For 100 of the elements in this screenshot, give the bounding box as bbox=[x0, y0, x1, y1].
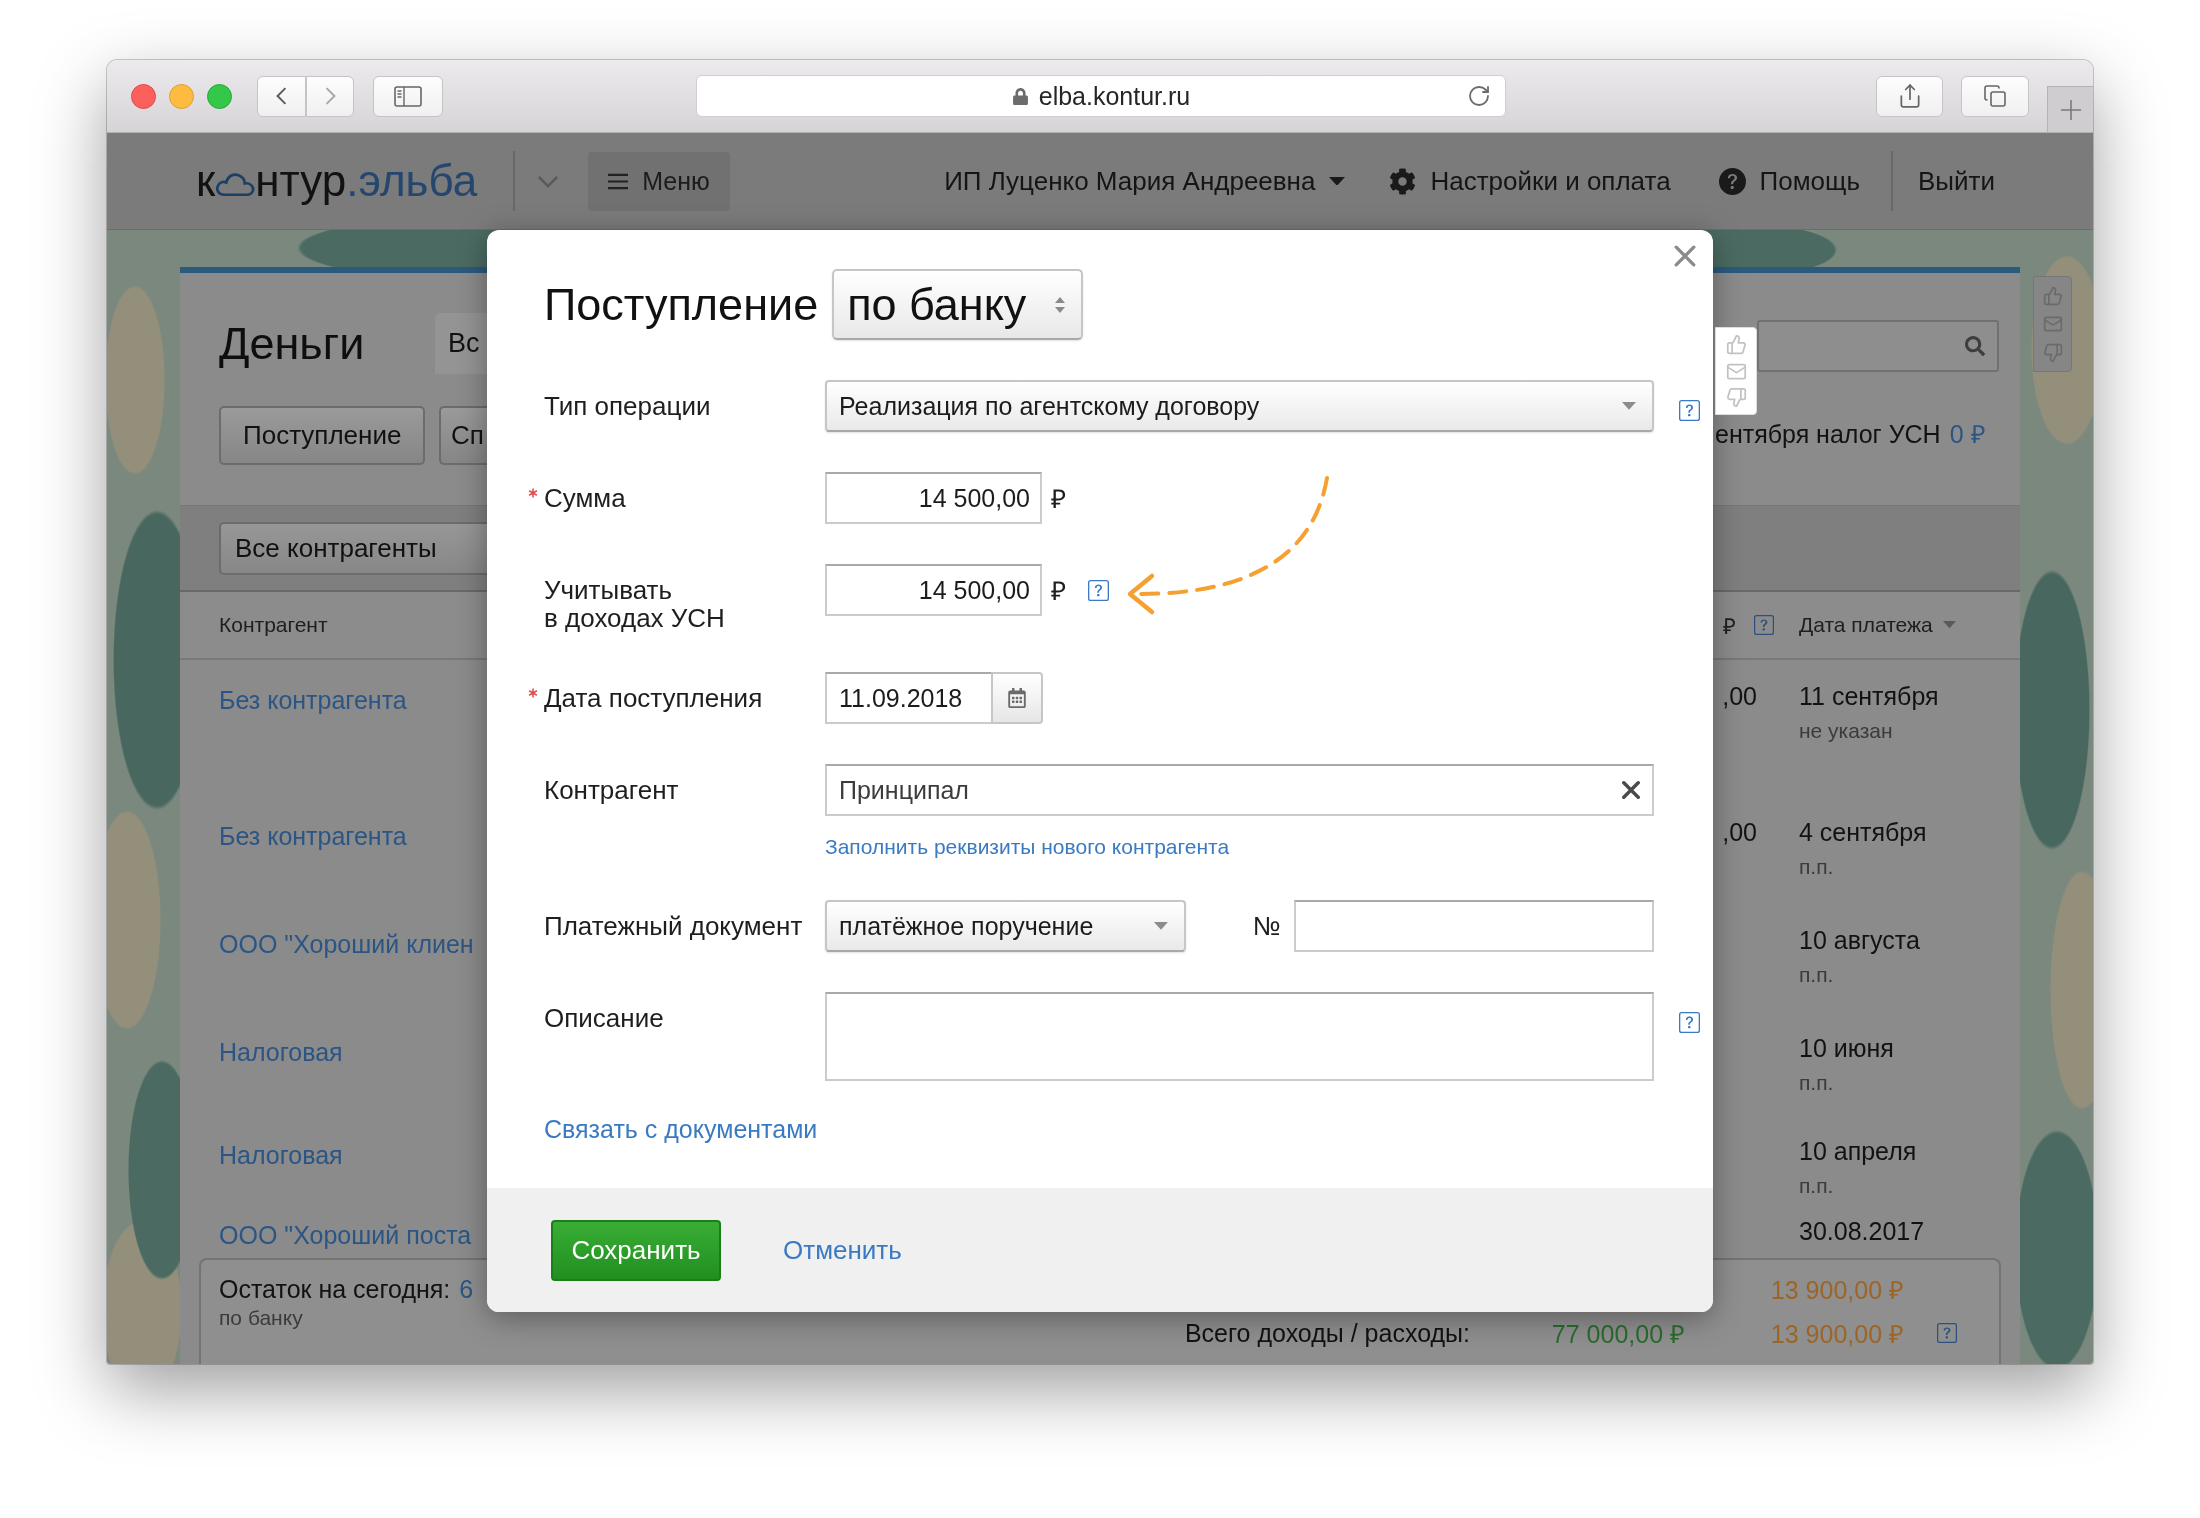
thumbs-down-icon[interactable] bbox=[2042, 342, 2063, 363]
action-button[interactable]: Поступление bbox=[219, 406, 426, 465]
caret-icon bbox=[1622, 402, 1636, 410]
counterparty-link[interactable]: Налоговая bbox=[219, 1141, 343, 1169]
field-label: Сумма bbox=[544, 484, 626, 512]
logout-link[interactable]: Выйти bbox=[1918, 165, 1995, 197]
payment-date: 10 августа bbox=[1799, 925, 1920, 956]
lock-icon bbox=[1011, 87, 1029, 105]
description-field[interactable] bbox=[825, 992, 1654, 1082]
cancel-button[interactable]: Отменить bbox=[783, 1234, 902, 1266]
amount-field[interactable]: 14 500,00 bbox=[825, 564, 1042, 616]
mail-icon[interactable] bbox=[2042, 314, 2063, 334]
sort-caret-icon bbox=[1942, 621, 1956, 629]
currency-sign: ₽ bbox=[1051, 483, 1066, 516]
payment-date: 11 сентября bbox=[1799, 681, 1939, 712]
amount-field[interactable]: 14 500,00 bbox=[825, 472, 1042, 524]
menu-icon bbox=[608, 172, 629, 190]
help-icon[interactable] bbox=[1088, 579, 1109, 601]
currency-sign: ₽ bbox=[1051, 575, 1066, 608]
date-field[interactable]: 11.09.2018 bbox=[825, 672, 991, 724]
new-tab-button[interactable] bbox=[2047, 86, 2093, 132]
field-label: Платежный документ bbox=[544, 912, 803, 941]
payment-date: 10 июня bbox=[1799, 1033, 1894, 1064]
counterparty-field[interactable]: Принципал bbox=[825, 764, 1654, 816]
window-zoom-button[interactable] bbox=[207, 83, 232, 109]
page-title: Деньги bbox=[219, 317, 365, 370]
calendar-button[interactable] bbox=[991, 672, 1043, 724]
help-icon[interactable] bbox=[1679, 400, 1700, 421]
counterparty-filter[interactable]: Все контрагенты bbox=[219, 522, 487, 575]
cloud-icon[interactable] bbox=[215, 173, 256, 197]
payment-document-select[interactable]: платёжное поручение bbox=[825, 900, 1186, 953]
column-header[interactable]: Контрагент bbox=[219, 613, 328, 636]
up-down-arrows-icon bbox=[1055, 295, 1066, 314]
help-icon bbox=[1718, 167, 1746, 195]
column-header[interactable]: Дата платежа bbox=[1799, 613, 1933, 637]
counterparty-link[interactable]: ООО "Хороший поста bbox=[219, 1221, 472, 1249]
counterparty-link[interactable]: Без контрагента bbox=[219, 686, 407, 714]
balance-value[interactable]: 6 bbox=[459, 1272, 474, 1306]
document-type: не указан bbox=[1799, 718, 1893, 744]
counterparty-link[interactable]: Налоговая bbox=[219, 1038, 343, 1066]
action-button[interactable]: Сп bbox=[439, 406, 487, 465]
search-field[interactable] bbox=[1757, 320, 1999, 372]
tax-amount-link[interactable]: 0 ₽ bbox=[1949, 419, 1986, 449]
fill-details-link[interactable]: Заполнить реквизиты нового контрагента bbox=[825, 833, 1230, 861]
dialog-title: Поступление bbox=[544, 278, 819, 331]
tax-deadline-text: ентября налог УСН bbox=[1715, 419, 1941, 449]
sidebar-icon bbox=[394, 85, 422, 107]
help-icon[interactable] bbox=[1937, 1323, 1957, 1343]
counterparty-link[interactable]: ООО "Хороший клиен bbox=[219, 930, 474, 958]
tabs-button[interactable] bbox=[1961, 75, 2029, 117]
field-label: Дата поступления bbox=[544, 684, 763, 712]
column-header: ₽ bbox=[1723, 613, 1736, 640]
window-minimize-button[interactable] bbox=[169, 83, 194, 109]
tabs-icon bbox=[1983, 84, 2007, 108]
chevron-down-icon[interactable] bbox=[537, 174, 560, 188]
forward-button[interactable] bbox=[306, 75, 354, 117]
field-label: Тип операции bbox=[544, 392, 711, 420]
caret-icon bbox=[1329, 176, 1346, 186]
close-icon[interactable] bbox=[1674, 245, 1696, 267]
search-icon[interactable] bbox=[1965, 336, 1985, 356]
operation-type-select[interactable]: Реализация по агентскому договору bbox=[825, 380, 1654, 432]
menu-button[interactable]: Меню bbox=[588, 151, 730, 211]
gear-icon bbox=[1389, 167, 1417, 195]
payment-date: 30.08.2017 bbox=[1799, 1216, 1925, 1247]
chevron-left-icon bbox=[276, 86, 287, 106]
save-button[interactable]: Сохранить bbox=[551, 1219, 721, 1281]
counterparty-link[interactable]: Без контрагента bbox=[219, 822, 407, 850]
share-button[interactable] bbox=[1876, 75, 1943, 117]
document-number-field[interactable] bbox=[1294, 900, 1654, 953]
help-icon[interactable] bbox=[1754, 615, 1774, 635]
logo-text[interactable]: нтур.эльба bbox=[255, 159, 478, 203]
document-type: п.п. bbox=[1799, 962, 1834, 988]
account-menu[interactable]: ИП Луценко Мария Андреевна bbox=[944, 165, 1346, 197]
chevron-right-icon bbox=[324, 86, 336, 106]
help-icon[interactable] bbox=[1679, 1012, 1700, 1034]
tab[interactable]: Вс bbox=[435, 313, 487, 374]
back-button[interactable] bbox=[257, 75, 306, 117]
balance-note: по банку bbox=[219, 1306, 304, 1330]
number-label: № bbox=[1253, 910, 1281, 942]
payment-date: 4 сентября bbox=[1799, 817, 1927, 848]
address-bar[interactable]: elba.kontur.ru bbox=[696, 75, 1506, 117]
balance-label: Остаток на сегодня: bbox=[219, 1274, 451, 1305]
window-close-button[interactable] bbox=[131, 83, 156, 109]
thumbs-up-icon[interactable] bbox=[1725, 333, 1747, 355]
thumbs-down-icon[interactable] bbox=[1725, 387, 1747, 409]
total-income: 77 000,00 ₽ bbox=[1551, 1319, 1685, 1350]
sidebar-button[interactable] bbox=[373, 75, 443, 117]
reload-icon[interactable] bbox=[1467, 84, 1491, 108]
calendar-icon bbox=[1007, 688, 1027, 708]
thumbs-up-icon[interactable] bbox=[2042, 285, 2063, 306]
total-expense: 13 900,00 ₽ bbox=[1770, 1319, 1904, 1350]
clear-icon[interactable] bbox=[1622, 781, 1640, 799]
link-documents-link[interactable]: Связать с документами bbox=[544, 1113, 818, 1146]
settings-link[interactable]: Настройки и оплата bbox=[1389, 165, 1671, 197]
source-select[interactable]: по банку bbox=[832, 269, 1084, 340]
help-link[interactable]: Помощь bbox=[1718, 165, 1860, 197]
document-type: п.п. bbox=[1799, 1070, 1834, 1096]
logo-text[interactable]: к bbox=[196, 159, 216, 203]
amount-text: ,00 bbox=[1722, 682, 1757, 710]
caret-icon bbox=[1154, 922, 1168, 931]
